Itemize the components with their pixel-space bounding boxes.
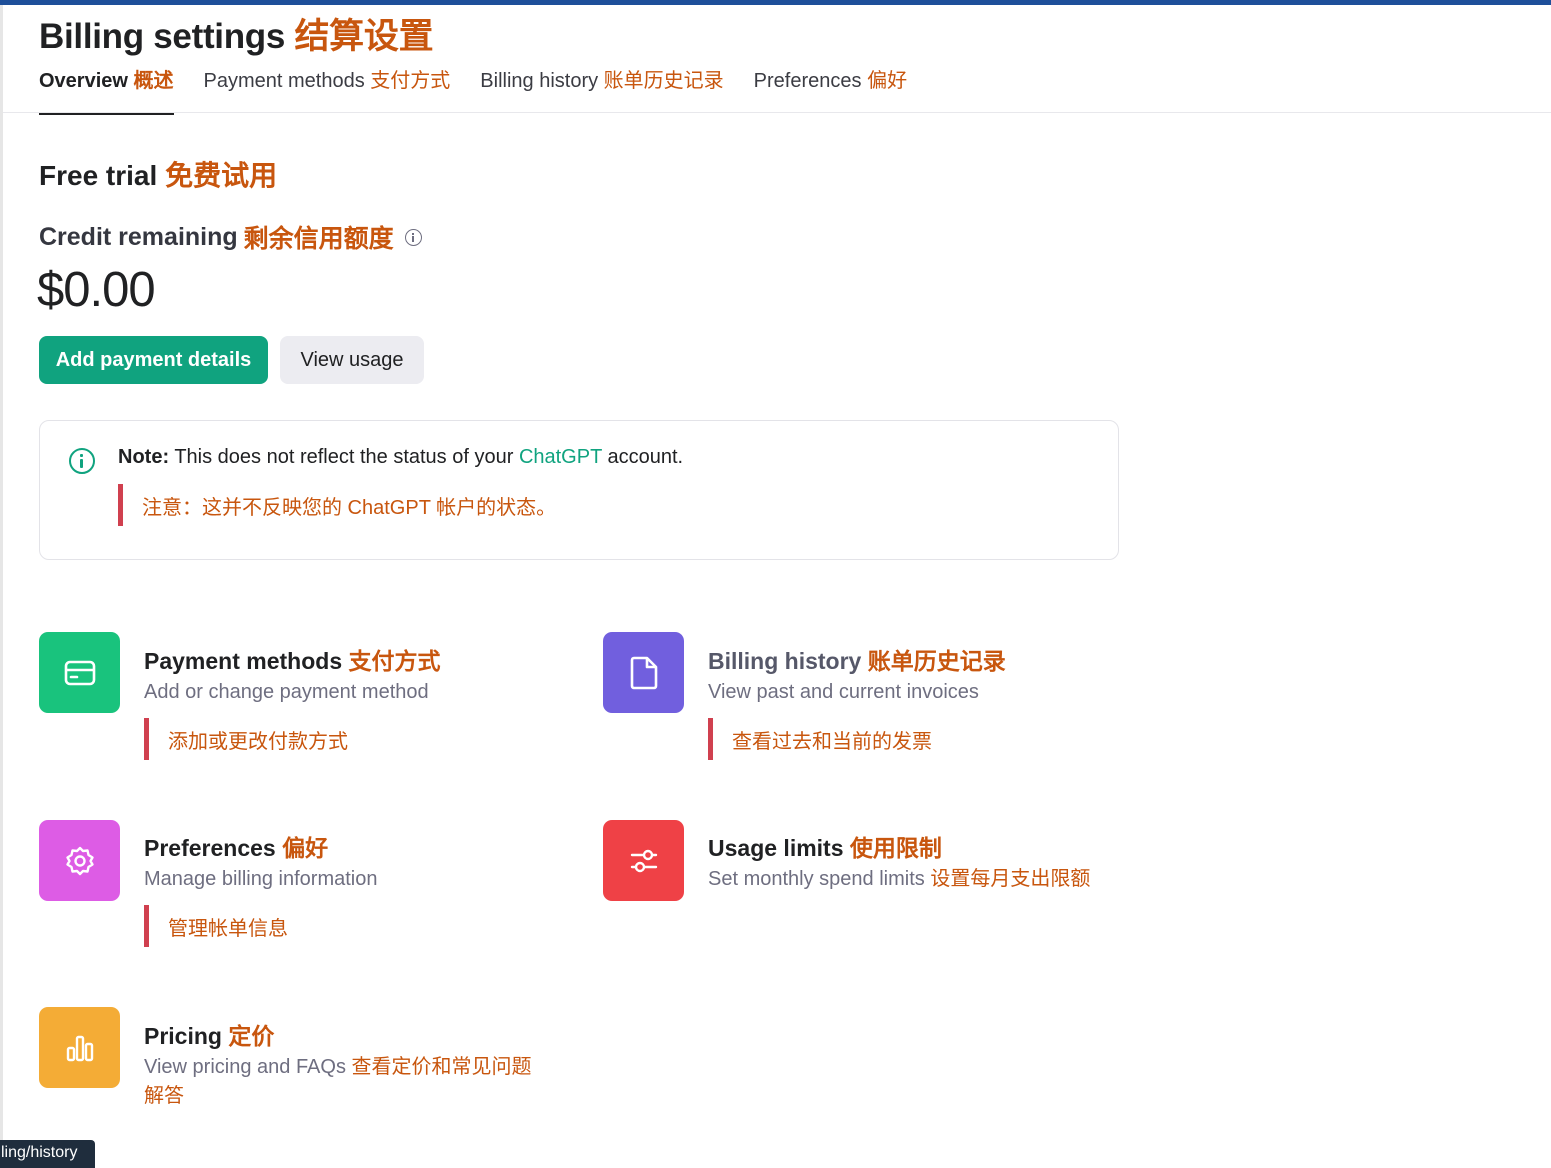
tab-label-zh: 账单历史记录 xyxy=(603,70,724,92)
note-box: Note: This does not reflect the status o… xyxy=(39,420,1119,560)
tab-label-zh: 概述 xyxy=(133,70,174,92)
card-subtitle-en: View pricing and FAQs xyxy=(144,1056,346,1078)
tab-label-zh: 支付方式 xyxy=(370,70,451,92)
plan-title-zh: 免费试用 xyxy=(165,160,278,191)
browser-top-edge xyxy=(0,0,1551,5)
card-translation: 添加或更改付款方式 xyxy=(144,718,348,760)
note-text-after: account. xyxy=(607,446,684,468)
tab-preferences[interactable]: Preferences 偏好 xyxy=(754,64,907,115)
sliders-icon[interactable] xyxy=(603,820,684,901)
page-title-zh: 结算设置 xyxy=(294,17,434,56)
card-title-en: Pricing xyxy=(144,1023,222,1049)
credit-card-icon[interactable] xyxy=(39,632,120,713)
view-usage-button[interactable]: View usage xyxy=(280,336,424,384)
bar-chart-icon[interactable] xyxy=(39,1007,120,1088)
note-translation: 注意：这并不反映您的 ChatGPT 帐户的状态。 xyxy=(118,484,556,526)
left-divider xyxy=(0,5,3,1168)
card-subtitle: Add or change payment method xyxy=(144,681,429,703)
card-title-zh: 支付方式 xyxy=(348,648,441,674)
plan-title-en: Free trial xyxy=(39,160,158,191)
document-icon[interactable] xyxy=(603,632,684,713)
tab-label-en: Preferences xyxy=(753,70,862,92)
tab-label-en: Payment methods xyxy=(203,70,365,92)
page-title-en: Billing settings xyxy=(39,17,286,56)
tab-billing-history[interactable]: Billing history 账单历史记录 xyxy=(480,64,723,115)
card-title-zh: 账单历史记录 xyxy=(867,648,1006,674)
credit-label-en: Credit remaining xyxy=(39,222,238,251)
tab-label-en: Overview xyxy=(39,70,128,92)
status-bar-url: ling/history xyxy=(0,1140,95,1168)
card-title-billing-history[interactable]: Billing history 账单历史记录 xyxy=(708,642,1006,676)
gear-icon[interactable] xyxy=(39,820,120,901)
billing-tabs: Overview 概述 Payment methods 支付方式 Billing… xyxy=(39,64,907,115)
plan-title: Free trial 免费试用 xyxy=(39,154,277,194)
card-subtitle: View past and current invoices xyxy=(708,681,979,703)
info-circle-icon xyxy=(69,448,95,474)
card-title-zh: 使用限制 xyxy=(849,835,942,861)
tab-label-en: Billing history xyxy=(480,70,599,92)
tabs-divider xyxy=(3,112,1551,113)
card-title-en: Billing history xyxy=(708,648,862,674)
card-subtitle-zh-continued: 解答 xyxy=(144,1085,184,1107)
card-translation: 查看过去和当前的发票 xyxy=(708,718,932,760)
card-subtitle-zh: 设置每月支出限额 xyxy=(930,868,1091,890)
tab-overview[interactable]: Overview 概述 xyxy=(39,64,174,115)
page-title: Billing settings 结算设置 xyxy=(39,8,434,59)
card-subtitle-en: Set monthly spend limits xyxy=(708,868,925,890)
card-subtitle: Manage billing information xyxy=(144,868,378,890)
card-translation: 管理帐单信息 xyxy=(144,905,288,947)
card-title-zh: 偏好 xyxy=(282,835,329,861)
note-label: Note: xyxy=(118,446,170,468)
credit-remaining-label: Credit remaining 剩余信用额度 xyxy=(39,219,422,255)
note-text: Note: This does not reflect the status o… xyxy=(118,446,683,469)
card-title-pricing[interactable]: Pricing 定价 xyxy=(144,1017,274,1051)
credit-label-zh: 剩余信用额度 xyxy=(243,225,394,253)
card-title-en: Usage limits xyxy=(708,835,844,861)
chatgpt-link[interactable]: ChatGPT xyxy=(519,446,602,468)
card-title-zh: 定价 xyxy=(228,1023,275,1049)
card-title-usage-limits[interactable]: Usage limits 使用限制 xyxy=(708,829,942,863)
card-title-en: Preferences xyxy=(144,835,276,861)
card-title-preferences[interactable]: Preferences 偏好 xyxy=(144,829,328,863)
note-text-before: This does not reflect the status of your xyxy=(174,446,514,468)
add-payment-details-button[interactable]: Add payment details xyxy=(39,336,268,384)
credit-amount: $0.00 xyxy=(37,263,156,317)
info-icon[interactable] xyxy=(404,228,422,246)
card-subtitle: View pricing and FAQs 查看定价和常见问题 xyxy=(144,1053,532,1082)
tab-label-zh: 偏好 xyxy=(867,70,908,92)
card-title-en: Payment methods xyxy=(144,648,343,674)
card-subtitle-zh: 查看定价和常见问题 xyxy=(351,1056,532,1078)
tab-payment-methods[interactable]: Payment methods 支付方式 xyxy=(204,64,451,115)
card-title-payment-methods[interactable]: Payment methods 支付方式 xyxy=(144,642,441,676)
card-subtitle: Set monthly spend limits 设置每月支出限额 xyxy=(708,865,1090,894)
